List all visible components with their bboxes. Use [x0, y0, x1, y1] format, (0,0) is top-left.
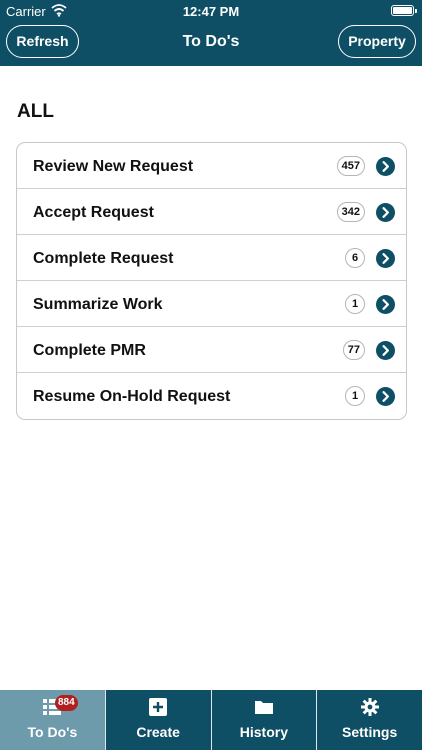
list-item-complete-pmr[interactable]: Complete PMR 77: [17, 327, 406, 373]
list-item-label: Complete PMR: [33, 342, 146, 359]
chevron-right-icon: [376, 341, 395, 360]
list-item-resume-on-hold-request[interactable]: Resume On-Hold Request 1: [17, 373, 406, 419]
plus-square-icon: [149, 698, 168, 716]
list-item-label: Summarize Work: [33, 296, 163, 313]
count-badge: 457: [336, 156, 365, 176]
list-item-review-new-request[interactable]: Review New Request 457: [17, 143, 406, 189]
count-badge: 6: [345, 248, 365, 268]
list-item-complete-request[interactable]: Complete Request 6: [17, 235, 406, 281]
tab-label: Create: [136, 724, 180, 740]
gear-icon: [360, 698, 379, 716]
tab-history[interactable]: History: [212, 690, 318, 750]
chevron-right-icon: [376, 203, 395, 222]
tab-label: To Do's: [27, 724, 78, 740]
count-badge: 342: [336, 202, 365, 222]
count-badge: 1: [345, 386, 365, 406]
todo-list: Review New Request 457 Accept Request 34…: [16, 142, 407, 420]
tab-create[interactable]: Create: [106, 690, 212, 750]
tab-settings[interactable]: Settings: [317, 690, 422, 750]
status-bar: Carrier 12:47 PM: [0, 0, 422, 22]
tab-bar: 884 To Do's Create History Settings: [0, 690, 422, 750]
list-item-label: Complete Request: [33, 250, 174, 267]
tab-label: Settings: [342, 724, 398, 740]
count-badge: 1: [345, 294, 365, 314]
count-badge: 77: [342, 340, 365, 360]
folder-icon: [254, 701, 273, 714]
battery-icon: [391, 5, 417, 16]
list-item-label: Review New Request: [33, 158, 194, 175]
property-button[interactable]: Property: [338, 25, 416, 58]
list-item-summarize-work[interactable]: Summarize Work 1: [17, 281, 406, 327]
section-title: ALL: [17, 101, 54, 122]
list-item-label: Accept Request: [33, 204, 154, 221]
status-time: 12:47 PM: [182, 4, 240, 19]
chevron-right-icon: [376, 157, 395, 176]
todo-count-badge: 884: [55, 695, 78, 711]
list-item-label: Resume On-Hold Request: [33, 388, 231, 405]
chevron-right-icon: [376, 249, 395, 268]
tab-todos[interactable]: 884 To Do's: [0, 690, 106, 750]
list-item-accept-request[interactable]: Accept Request 342: [17, 189, 406, 235]
chevron-right-icon: [376, 295, 395, 314]
chevron-right-icon: [376, 387, 395, 406]
header: Carrier 12:47 PM Refresh To Do's Propert…: [0, 0, 422, 66]
tab-label: History: [239, 724, 288, 740]
